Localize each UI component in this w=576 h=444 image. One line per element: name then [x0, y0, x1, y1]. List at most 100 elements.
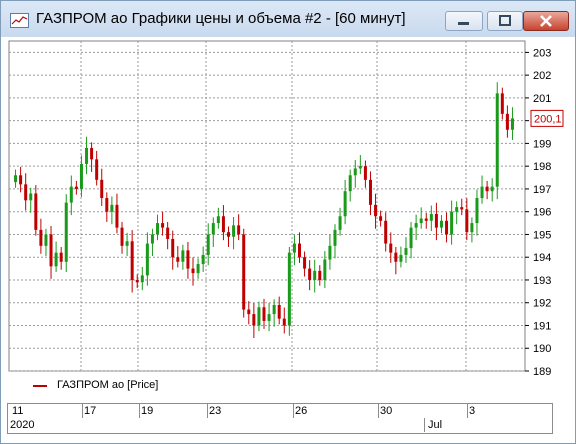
- candle-body: [176, 257, 180, 262]
- price-chart[interactable]: 2032022012001991981971961951941931921911…: [1, 37, 575, 377]
- y-tick-label: 194: [533, 252, 551, 264]
- candle-body: [252, 314, 256, 326]
- time-axis-months[interactable]: 2020 Jul: [7, 418, 553, 434]
- candle-body: [49, 234, 53, 267]
- time-axis-day-label: 3: [469, 405, 476, 417]
- candle-body: [125, 241, 129, 246]
- candle-body: [100, 179, 104, 199]
- candle-body: [282, 318, 286, 326]
- candle-body: [480, 186, 484, 199]
- y-tick-label: 198: [533, 161, 551, 173]
- candle-body: [191, 268, 195, 274]
- candle-body: [445, 220, 449, 235]
- candle-body: [277, 305, 281, 319]
- candle-body: [161, 223, 165, 228]
- candle-body: [338, 216, 342, 230]
- current-price-label: 200,1: [534, 113, 562, 125]
- time-axis-day-label: 30: [380, 405, 393, 417]
- candle-body: [135, 279, 139, 283]
- y-tick-label: 193: [533, 275, 551, 287]
- candle-body: [237, 225, 241, 235]
- candle-body: [287, 252, 291, 326]
- candle-body: [455, 207, 459, 212]
- candle-body: [227, 232, 231, 237]
- time-axis-day-label: 19: [141, 405, 154, 417]
- candle-body: [500, 93, 504, 114]
- candle-body: [140, 275, 144, 283]
- y-tick-label: 196: [533, 207, 551, 219]
- maximize-button[interactable]: [487, 11, 523, 31]
- candle-body: [328, 245, 332, 260]
- candle-body: [394, 252, 398, 262]
- candle-body: [358, 166, 362, 169]
- minimize-button[interactable]: [445, 11, 483, 31]
- candle-body: [29, 193, 33, 201]
- y-tick-label: 197: [533, 184, 551, 196]
- candle-body: [450, 211, 454, 235]
- candle-body: [399, 254, 403, 262]
- time-axis-month-label: Jul: [428, 419, 443, 431]
- candle-body: [34, 193, 38, 230]
- y-tick-label: 202: [533, 70, 551, 82]
- candle-body: [429, 213, 433, 221]
- candle-body: [272, 305, 276, 315]
- candle-body: [44, 234, 48, 246]
- candle-body: [318, 270, 322, 280]
- time-axis-separator: [378, 404, 379, 418]
- title-bar[interactable]: ГАЗПРОМ ао Графики цены и объема #2 - [6…: [1, 1, 575, 37]
- candle-body: [323, 259, 327, 280]
- candle-body: [490, 186, 494, 192]
- candle-body: [419, 218, 423, 224]
- y-tick-label: 195: [533, 229, 551, 241]
- candle-body: [64, 202, 68, 262]
- candle-body: [145, 243, 149, 276]
- time-axis-days[interactable]: 11 17 19 23 26 30 3: [7, 403, 553, 419]
- time-axis-month-label: 2020: [10, 419, 35, 431]
- candle-body: [257, 307, 261, 326]
- candle-body: [79, 163, 83, 189]
- candle-body: [409, 227, 413, 249]
- candle-body: [379, 216, 383, 221]
- time-axis-day-label: 11: [12, 405, 24, 417]
- candle-body: [216, 216, 220, 224]
- maximize-icon: [499, 15, 511, 26]
- time-axis-day-label: 23: [209, 405, 222, 417]
- candle-body: [156, 223, 160, 235]
- candle-body: [247, 309, 251, 315]
- time-axis-separator: [293, 404, 294, 418]
- candle-body: [460, 207, 464, 210]
- candle-body: [120, 227, 124, 246]
- time-axis-separator: [82, 404, 83, 418]
- candle-body: [186, 250, 190, 269]
- candle-body: [115, 204, 119, 228]
- candle-body: [303, 257, 307, 269]
- candle-body: [368, 179, 372, 205]
- candle-body: [69, 186, 73, 203]
- candle-body: [495, 93, 499, 187]
- time-axis-day-label: 17: [84, 405, 97, 417]
- candle-body: [374, 204, 378, 217]
- candle-body: [343, 191, 347, 217]
- candle-body: [353, 168, 357, 176]
- legend-label: ГАЗПРОМ ао [Price]: [57, 379, 159, 391]
- candle-body: [348, 175, 352, 192]
- candle-body: [74, 186, 78, 189]
- close-button[interactable]: [523, 11, 569, 31]
- candle-body: [85, 147, 89, 164]
- candle-body: [510, 118, 514, 130]
- y-tick-label: 191: [533, 320, 551, 332]
- candle-body: [221, 216, 225, 233]
- candle-body: [475, 198, 479, 224]
- chart-area[interactable]: 2032022012001991981971961951941931921911…: [1, 37, 575, 443]
- y-tick-label: 190: [533, 343, 551, 355]
- y-tick-label: 192: [533, 298, 551, 310]
- candle-body: [90, 147, 94, 160]
- candle-body: [39, 229, 43, 246]
- candle-body: [54, 252, 58, 267]
- candle-body: [196, 264, 200, 274]
- candle-body: [150, 234, 154, 244]
- candle-body: [313, 270, 317, 280]
- time-axis-separator: [207, 404, 208, 418]
- candle-body: [470, 223, 474, 233]
- y-tick-label: 189: [533, 366, 551, 377]
